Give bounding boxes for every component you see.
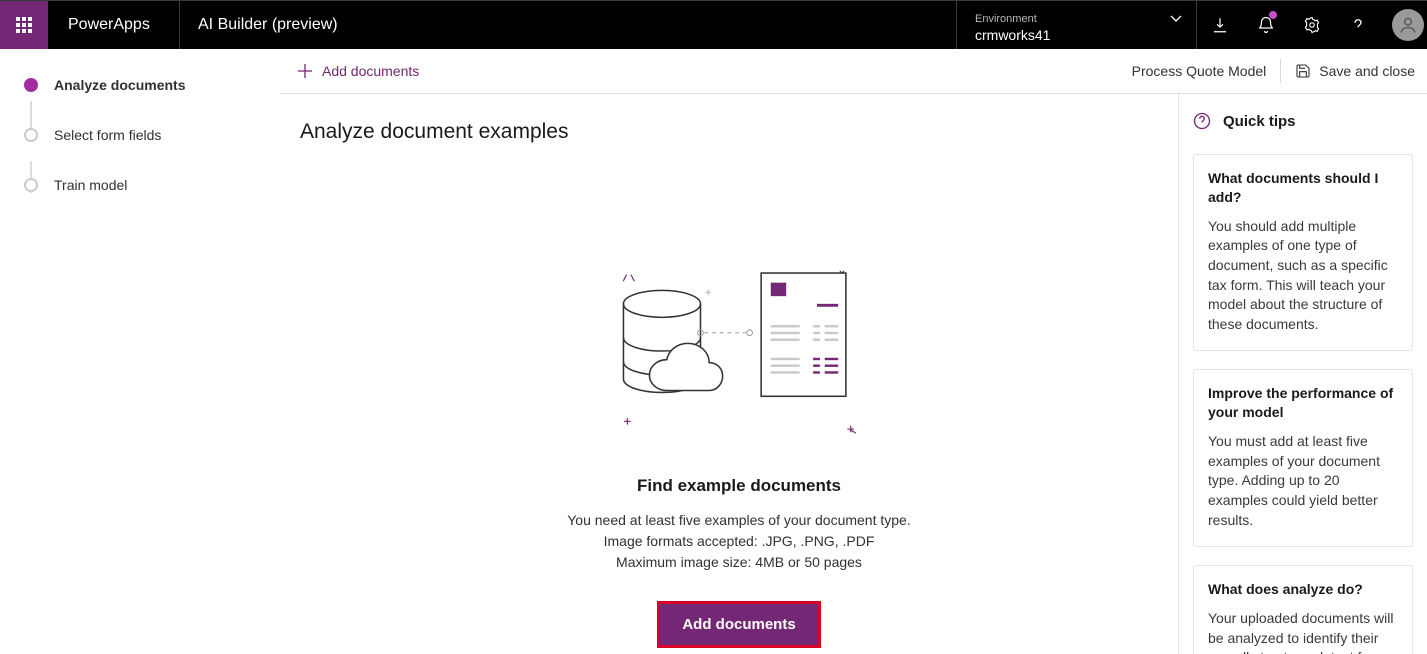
save-icon: [1295, 63, 1311, 79]
save-and-close-label: Save and close: [1319, 63, 1415, 79]
add-documents-command[interactable]: Add documents: [298, 63, 419, 79]
tip-heading: What documents should I add?: [1208, 169, 1400, 207]
app-launcher-button[interactable]: [0, 1, 48, 49]
tip-heading: What does analyze do?: [1208, 580, 1400, 599]
download-button[interactable]: [1197, 1, 1243, 49]
hint-line: Maximum image size: 4MB or 50 pages: [567, 552, 910, 573]
account-button[interactable]: [1381, 1, 1427, 49]
notifications-button[interactable]: [1243, 1, 1289, 49]
step-label: Select form fields: [54, 127, 161, 143]
notification-badge: [1269, 11, 1277, 19]
tip-card: What does analyze do? Your uploaded docu…: [1193, 565, 1413, 654]
step-marker: [24, 128, 38, 142]
help-icon: [1193, 112, 1211, 130]
empty-state-hint: You need at least five examples of your …: [567, 510, 910, 573]
section-title: Analyze document examples: [300, 120, 1178, 144]
environment-label: Environment: [975, 14, 1180, 25]
plus-icon: [298, 64, 312, 78]
tip-heading: Improve the performance of your model: [1208, 384, 1400, 422]
tip-body: Your uploaded documents will be analyzed…: [1208, 609, 1400, 654]
empty-state: Find example documents You need at least…: [300, 262, 1178, 648]
step-marker-active: [24, 78, 38, 92]
save-and-close-button[interactable]: Save and close: [1281, 63, 1423, 79]
hint-line: Image formats accepted: .JPG, .PNG, .PDF: [567, 531, 910, 552]
waffle-icon: [16, 17, 32, 33]
hint-line: You need at least five examples of your …: [567, 510, 910, 531]
step-analyze-documents[interactable]: Analyze documents: [24, 77, 280, 93]
step-train-model[interactable]: Train model: [24, 177, 280, 193]
environment-name: crmworks41: [975, 27, 1180, 43]
header-actions: [1196, 1, 1427, 49]
tip-body: You must add at least five examples of y…: [1208, 432, 1400, 530]
settings-button[interactable]: [1289, 1, 1335, 49]
quick-tips-title: Quick tips: [1193, 112, 1413, 130]
step-label: Analyze documents: [54, 77, 185, 93]
help-button[interactable]: [1335, 1, 1381, 49]
tip-card: What documents should I add? You should …: [1193, 154, 1413, 351]
quick-tips-label: Quick tips: [1223, 113, 1296, 130]
chevron-down-icon: [1170, 15, 1182, 23]
step-select-form-fields[interactable]: Select form fields: [24, 127, 280, 143]
main-panel: Analyze document examples: [280, 93, 1178, 654]
documents-illustration: [609, 262, 869, 442]
step-marker: [24, 178, 38, 192]
page-title: AI Builder (preview): [180, 1, 956, 49]
empty-state-title: Find example documents: [637, 476, 841, 496]
step-label: Train model: [54, 177, 127, 193]
user-avatar: [1392, 9, 1424, 41]
quick-tips-panel: Quick tips What documents should I add? …: [1178, 93, 1427, 654]
tip-card: Improve the performance of your model Yo…: [1193, 369, 1413, 547]
add-documents-label: Add documents: [322, 63, 419, 79]
add-documents-button[interactable]: Add documents: [657, 601, 820, 648]
global-header: PowerApps AI Builder (preview) Environme…: [0, 0, 1427, 49]
tip-body: You should add multiple examples of one …: [1208, 217, 1400, 335]
environment-picker[interactable]: Environment crmworks41: [956, 1, 1196, 49]
wizard-steps-nav: Analyze documents Select form fields Tra…: [0, 49, 280, 654]
command-bar: Add documents Process Quote Model Save a…: [280, 49, 1427, 93]
model-name-label: Process Quote Model: [1132, 63, 1281, 79]
product-brand[interactable]: PowerApps: [48, 1, 180, 49]
